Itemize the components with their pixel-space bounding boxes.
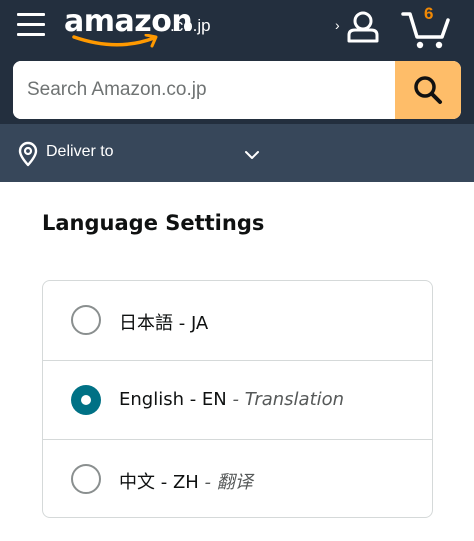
chevron-down-icon <box>245 151 259 159</box>
location-pin-icon <box>18 141 38 167</box>
deliver-to-label: Deliver to <box>46 143 114 160</box>
language-option-zh[interactable]: 中文 - ZH - 翻译 <box>43 439 432 517</box>
hamburger-menu-icon[interactable] <box>17 13 47 39</box>
search-bar <box>13 61 461 119</box>
language-options: 日本語 - JA English - EN - Translation 中文 -… <box>42 280 433 518</box>
search-button[interactable] <box>395 61 461 119</box>
page-title: Language Settings <box>42 211 265 235</box>
language-label-ja: 日本語 - JA <box>119 313 209 334</box>
account-chevron[interactable]: › <box>335 17 340 33</box>
language-label-en: English - EN - Translation <box>119 389 345 410</box>
amazon-logo[interactable]: amazon .co.jp <box>64 4 224 50</box>
logo-tld: .co.jp <box>170 16 211 35</box>
search-input[interactable] <box>13 61 395 119</box>
radio-zh[interactable] <box>71 464 101 494</box>
radio-en[interactable] <box>71 385 101 415</box>
language-label-zh: 中文 - ZH - 翻译 <box>119 472 253 493</box>
cart-icon <box>401 12 450 49</box>
page: amazon .co.jp › 6 Search Amazon.co.jp De… <box>0 0 474 541</box>
language-option-en[interactable]: English - EN - Translation <box>43 360 432 439</box>
deliver-to-bar[interactable]: Deliver to <box>0 124 474 182</box>
header: amazon .co.jp › 6 <box>0 0 474 124</box>
cart-button[interactable]: 6 <box>401 4 451 49</box>
language-sub-en: - Translation <box>226 389 345 410</box>
logo-smile-icon <box>72 34 158 48</box>
language-option-ja[interactable]: 日本語 - JA <box>43 281 432 360</box>
language-sub-zh: - 翻译 <box>198 472 253 493</box>
search-icon <box>414 76 442 104</box>
radio-ja[interactable] <box>71 305 101 335</box>
user-icon[interactable] <box>346 10 380 44</box>
